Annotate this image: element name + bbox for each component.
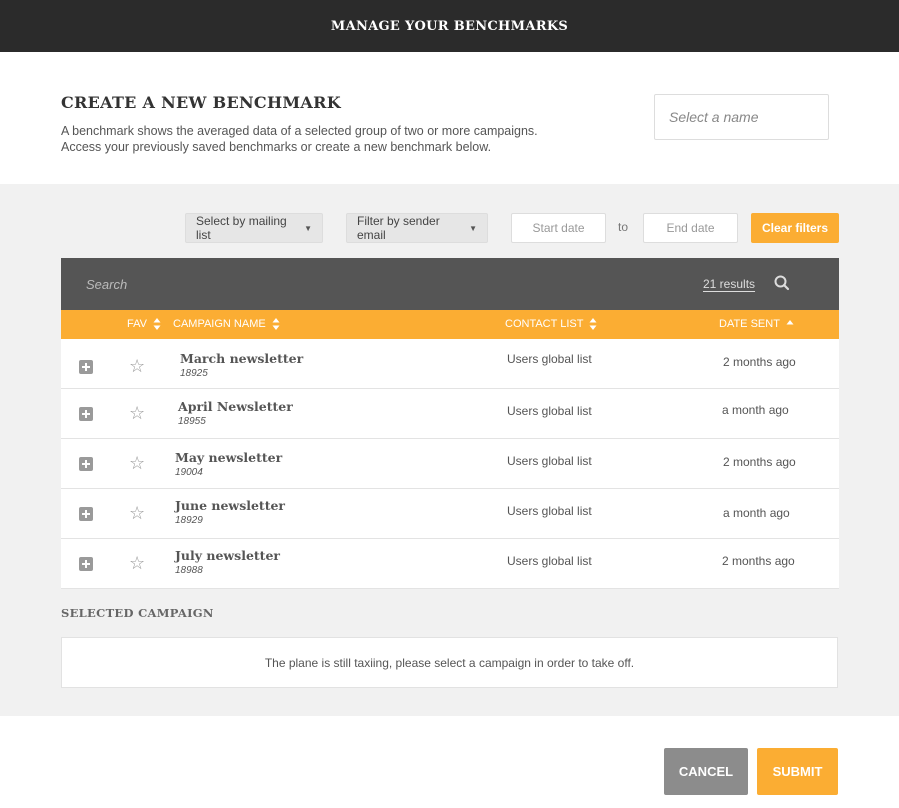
sender-email-select-label: Filter by sender email	[357, 214, 440, 242]
campaign-id: 18988	[175, 565, 203, 576]
date-sent: 2 months ago	[723, 355, 796, 369]
star-icon[interactable]: ☆	[129, 554, 145, 572]
date-sent: a month ago	[723, 506, 790, 520]
campaign-id: 18955	[178, 416, 206, 427]
column-date-sent[interactable]: DATE SENT	[719, 318, 794, 330]
star-icon[interactable]: ☆	[129, 404, 145, 422]
sender-email-select[interactable]: Filter by sender email ▼	[346, 213, 488, 243]
sort-icon	[153, 318, 161, 330]
table-row[interactable]: ☆ April Newsletter 18955 Users global li…	[61, 389, 839, 439]
column-fav[interactable]: FAV	[127, 318, 161, 330]
campaign-name[interactable]: March newsletter	[180, 351, 303, 366]
search-bar: Search 21 results	[61, 258, 839, 310]
contact-list: Users global list	[507, 554, 592, 568]
campaign-table: Search 21 results FAV CAMPAIGN NAME CONT…	[61, 258, 839, 589]
clear-filters-button[interactable]: Clear filters	[751, 213, 839, 243]
expand-plus-icon[interactable]	[79, 407, 93, 421]
campaign-name[interactable]: April Newsletter	[178, 399, 293, 414]
cancel-button[interactable]: CANCEL	[664, 748, 748, 795]
sort-ascending-icon	[786, 320, 794, 325]
table-row[interactable]: ☆ May newsletter 19004 Users global list…	[61, 439, 839, 489]
table-row[interactable]: ☆ June newsletter 18929 Users global lis…	[61, 489, 839, 539]
star-icon[interactable]: ☆	[129, 504, 145, 522]
table-row[interactable]: ☆ March newsletter 18925 Users global li…	[61, 339, 839, 389]
modal-header: MANAGE YOUR BENCHMARKS	[0, 0, 899, 52]
mailing-list-select-label: Select by mailing list	[196, 214, 287, 242]
selected-campaign-empty-message: The plane is still taxiing, please selec…	[264, 655, 635, 670]
selected-campaign-label: SELECTED CAMPAIGN	[61, 606, 214, 620]
selected-campaign-box: The plane is still taxiing, please selec…	[61, 637, 838, 688]
sort-icon	[272, 318, 280, 330]
benchmark-name-input[interactable]	[654, 94, 829, 140]
date-sent: 2 months ago	[722, 554, 795, 568]
date-range-to-label: to	[618, 220, 629, 234]
campaign-name[interactable]: July newsletter	[175, 548, 280, 563]
column-campaign-name-label: CAMPAIGN NAME	[173, 318, 266, 330]
table-header: FAV CAMPAIGN NAME CONTACT LIST DATE SENT	[61, 310, 839, 339]
date-sent: 2 months ago	[723, 455, 796, 469]
search-icon[interactable]	[773, 274, 791, 292]
search-input[interactable]: Search	[86, 277, 127, 292]
contact-list: Users global list	[507, 352, 592, 366]
contact-list: Users global list	[507, 504, 592, 518]
date-sent: a month ago	[722, 403, 789, 417]
end-date-input[interactable]: End date	[643, 213, 738, 243]
column-date-sent-label: DATE SENT	[719, 318, 780, 330]
expand-plus-icon[interactable]	[79, 557, 93, 571]
description-line-2: Access your previously saved benchmarks …	[61, 140, 492, 154]
results-count[interactable]: 21 results	[703, 277, 755, 291]
campaign-id: 18925	[180, 368, 208, 379]
expand-plus-icon[interactable]	[79, 507, 93, 521]
campaign-name[interactable]: June newsletter	[175, 498, 285, 513]
submit-button[interactable]: SUBMIT	[757, 748, 838, 795]
campaign-name[interactable]: May newsletter	[175, 450, 282, 465]
contact-list: Users global list	[507, 454, 592, 468]
sort-icon	[589, 318, 597, 330]
contact-list: Users global list	[507, 404, 592, 418]
mailing-list-select[interactable]: Select by mailing list ▼	[185, 213, 323, 243]
table-row[interactable]: ☆ July newsletter 18988 Users global lis…	[61, 539, 839, 589]
campaign-id: 19004	[175, 467, 203, 478]
column-contact-list-label: CONTACT LIST	[505, 318, 584, 330]
create-benchmark-description: A benchmark shows the averaged data of a…	[61, 123, 601, 155]
chevron-down-icon: ▼	[469, 223, 477, 233]
create-benchmark-title: CREATE A NEW BENCHMARK	[61, 93, 341, 112]
start-date-input[interactable]: Start date	[511, 213, 606, 243]
create-benchmark-section: CREATE A NEW BENCHMARK A benchmark shows…	[0, 52, 899, 184]
column-fav-label: FAV	[127, 318, 147, 330]
expand-plus-icon[interactable]	[79, 457, 93, 471]
chevron-down-icon: ▼	[304, 223, 312, 233]
expand-plus-icon[interactable]	[79, 360, 93, 374]
modal-title: MANAGE YOUR BENCHMARKS	[330, 18, 569, 34]
campaign-id: 18929	[175, 515, 203, 526]
column-campaign-name[interactable]: CAMPAIGN NAME	[173, 318, 280, 330]
star-icon[interactable]: ☆	[129, 357, 145, 375]
column-contact-list[interactable]: CONTACT LIST	[505, 318, 597, 330]
star-icon[interactable]: ☆	[129, 454, 145, 472]
description-line-1: A benchmark shows the averaged data of a…	[61, 124, 538, 138]
